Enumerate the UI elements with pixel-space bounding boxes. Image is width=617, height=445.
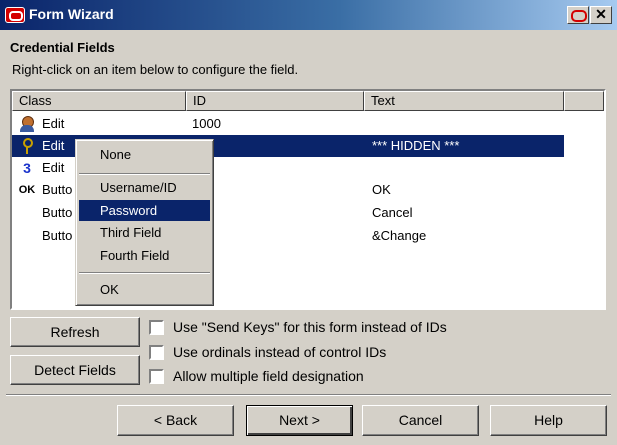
column-header-id[interactable]: ID xyxy=(186,91,364,111)
ok-icon: OK xyxy=(18,184,36,196)
menu-item-ok[interactable]: OK xyxy=(79,279,210,300)
context-menu: None Username/ID Password Third Field Fo… xyxy=(75,139,214,306)
column-header-text[interactable]: Text xyxy=(364,91,564,111)
cell-text: *** HIDDEN *** xyxy=(372,138,460,153)
cell-id: 1000 xyxy=(192,116,221,131)
cell-text: Cancel xyxy=(372,205,413,220)
table-row[interactable]: Edit 1000 xyxy=(12,113,564,135)
detect-fields-button[interactable]: Detect Fields xyxy=(10,355,140,385)
send-keys-label: Use "Send Keys" for this form instead of… xyxy=(173,319,447,335)
close-button[interactable]: ✕ xyxy=(590,6,612,24)
ordinals-checkbox[interactable] xyxy=(149,345,164,360)
key-icon xyxy=(18,137,36,155)
send-keys-checkbox[interactable] xyxy=(149,320,164,335)
section-title: Credential Fields xyxy=(10,40,115,55)
menu-separator xyxy=(79,272,210,274)
menu-item-username[interactable]: Username/ID xyxy=(79,177,210,198)
title-bar: Form Wizard ✕ xyxy=(0,0,617,30)
ordinals-label: Use ordinals instead of control IDs xyxy=(173,344,387,360)
next-button[interactable]: Next > xyxy=(246,405,353,436)
menu-item-fourth-field[interactable]: Fourth Field xyxy=(79,245,210,266)
footer-divider xyxy=(6,394,611,396)
window-title: Form Wizard xyxy=(29,6,114,22)
back-button[interactable]: < Back xyxy=(117,405,234,436)
multiple-fields-checkbox[interactable] xyxy=(149,369,164,384)
cell-class: Butto xyxy=(42,228,73,243)
cell-class: Edit xyxy=(42,160,65,175)
third-field-icon: 3 xyxy=(23,160,31,176)
menu-item-third-field[interactable]: Third Field xyxy=(79,222,210,243)
section-description: Right-click on an item below to configur… xyxy=(12,62,299,77)
column-header-class[interactable]: Class xyxy=(12,91,186,111)
cell-class: Edit xyxy=(42,116,65,131)
menu-item-password[interactable]: Password xyxy=(79,200,210,221)
cell-text: &Change xyxy=(372,228,427,243)
multiple-fields-label: Allow multiple field designation xyxy=(173,368,364,384)
cell-class: Butto xyxy=(42,205,73,220)
menu-item-none[interactable]: None xyxy=(79,144,210,165)
help-button[interactable]: Help xyxy=(490,405,607,436)
cell-class: Edit xyxy=(42,138,65,153)
column-header-filler xyxy=(564,91,604,111)
user-icon xyxy=(18,115,36,133)
cell-text: OK xyxy=(372,182,391,197)
refresh-button[interactable]: Refresh xyxy=(10,317,140,347)
oracle-help-icon[interactable] xyxy=(567,6,589,24)
menu-separator xyxy=(79,173,210,175)
cell-class: Butto xyxy=(42,182,73,197)
cancel-button[interactable]: Cancel xyxy=(362,405,479,436)
oracle-app-icon xyxy=(5,7,25,23)
